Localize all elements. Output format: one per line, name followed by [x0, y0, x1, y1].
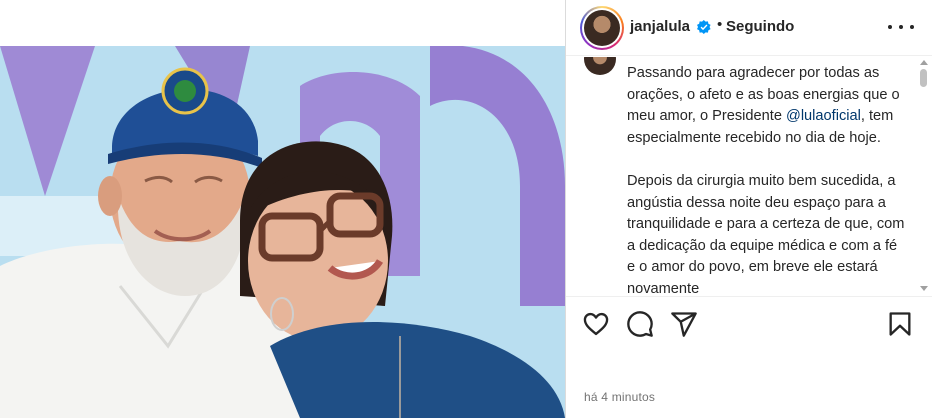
comment-icon[interactable] [626, 310, 654, 338]
post-photo[interactable] [0, 46, 565, 418]
caption-paragraph-2: Depois da cirurgia muito bem sucedida, a… [627, 172, 905, 294]
share-icon[interactable] [670, 310, 698, 338]
scrollbar-thumb[interactable] [920, 69, 927, 87]
more-dot [899, 25, 903, 29]
bookmark-icon[interactable] [886, 310, 914, 338]
username-link[interactable]: janjalula [630, 18, 690, 35]
post-side-panel: janjalula • Seguindo Passando para agrad… [566, 0, 932, 418]
photo-illustration [0, 46, 565, 418]
mention-link[interactable]: @lulaoficial [786, 108, 861, 124]
caption-author-avatar[interactable] [584, 57, 616, 75]
post-header: janjalula • Seguindo [566, 0, 932, 56]
actions-divider [566, 296, 932, 297]
cap-emblem-center [174, 80, 196, 102]
post-caption: Passando para agradecer por todas as ora… [627, 63, 909, 294]
caption-area[interactable]: Passando para agradecer por todas as ora… [566, 57, 932, 294]
heart-icon[interactable] [582, 310, 610, 338]
scroll-up-arrow-icon[interactable] [920, 60, 928, 65]
photo-top-whitespace [0, 0, 565, 46]
profile-avatar[interactable] [580, 6, 624, 50]
post-actions [566, 306, 932, 342]
more-dot [910, 25, 914, 29]
verified-badge-icon [697, 20, 711, 34]
post-timestamp[interactable]: há 4 minutos [584, 390, 655, 404]
more-dot [888, 25, 892, 29]
header-separator: • [717, 16, 723, 33]
caption-paragraph-1: Passando para agradecer por todas as ora… [627, 63, 909, 149]
following-button[interactable]: Seguindo [726, 18, 794, 35]
scroll-down-arrow-icon[interactable] [920, 286, 928, 291]
avatar-image [584, 10, 620, 46]
caption-scrollbar[interactable] [918, 59, 930, 292]
more-options-icon[interactable] [888, 16, 914, 38]
man-ear [98, 176, 122, 216]
avatar-ring-inner [582, 8, 622, 48]
